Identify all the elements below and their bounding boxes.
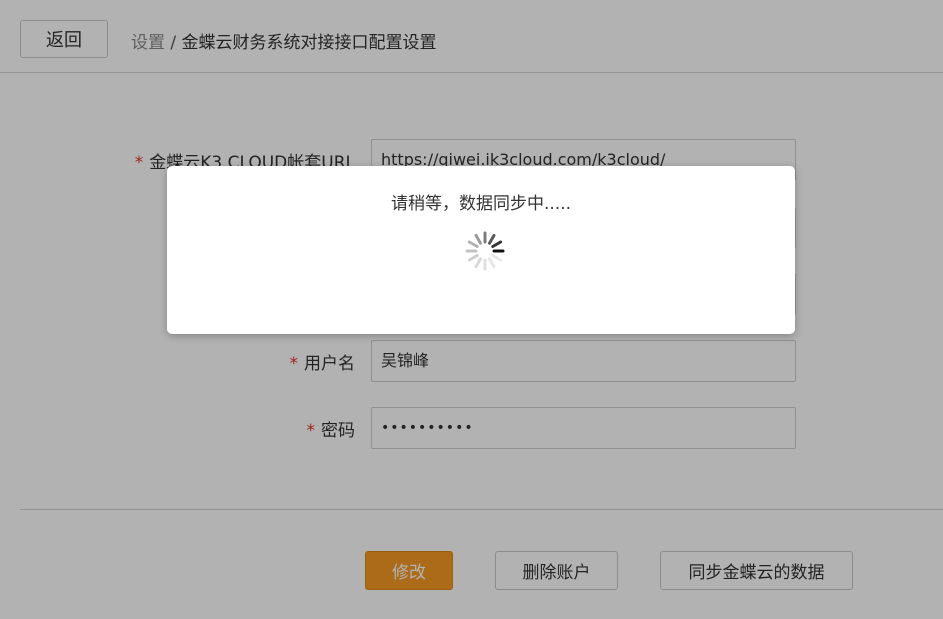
loading-spinner-icon xyxy=(465,231,505,271)
loading-dialog: 请稍等，数据同步中..... xyxy=(167,166,795,334)
loading-message: 请稍等，数据同步中..... xyxy=(390,194,572,214)
